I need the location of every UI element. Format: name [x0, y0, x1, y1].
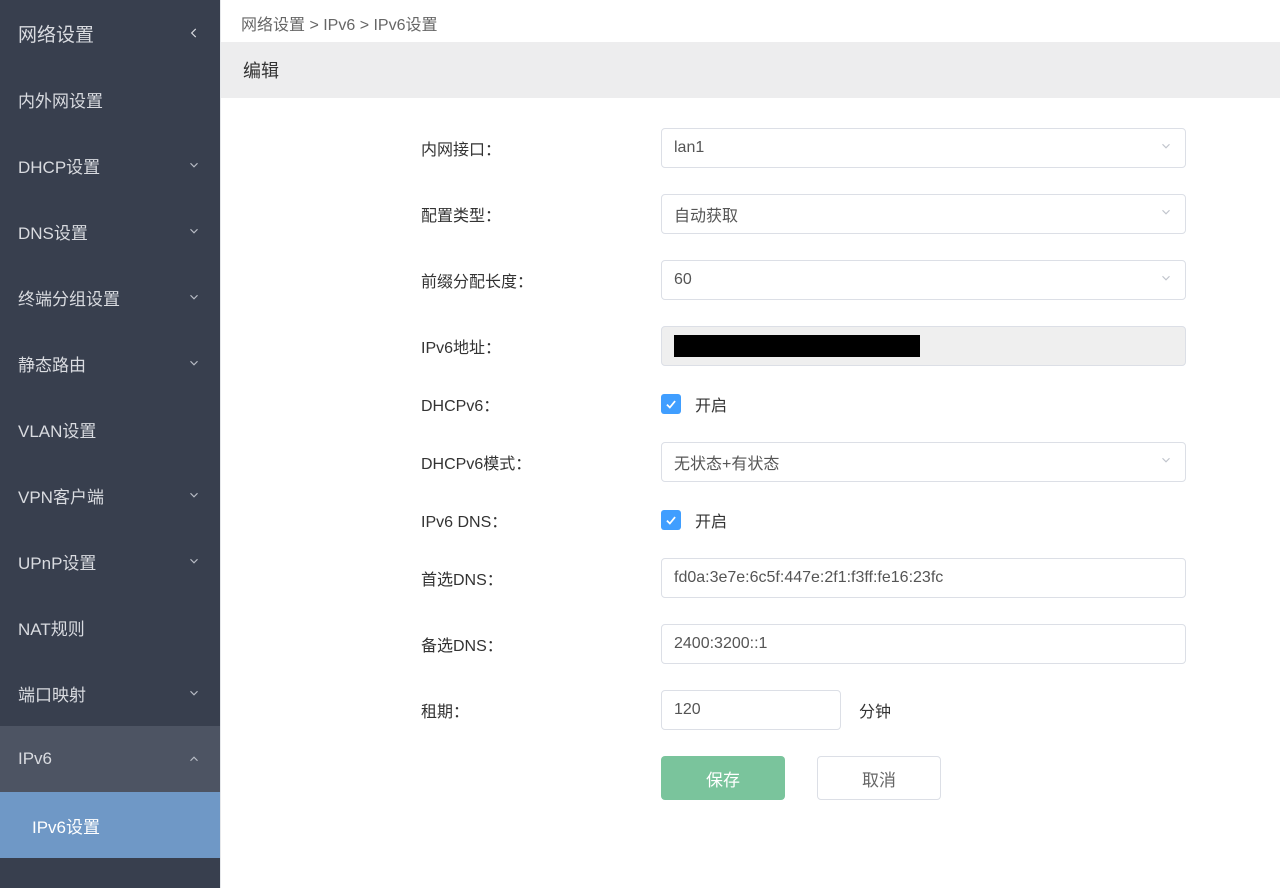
sidebar-item-portmap[interactable]: 端口映射 — [0, 660, 220, 726]
sidebar-sub-ipv6: IPv6设置 — [0, 792, 220, 858]
chevron-down-icon — [186, 487, 202, 503]
sidebar-subitem-ipv6-settings[interactable]: IPv6设置 — [0, 792, 220, 858]
sidebar-item-label: VPN客户端 — [18, 483, 104, 508]
lease-unit: 分钟 — [859, 698, 891, 722]
chevron-down-icon — [1159, 205, 1173, 224]
select-dhcpv6-mode[interactable]: 无状态+有状态 — [661, 442, 1186, 482]
sidebar-item-nat[interactable]: NAT规则 — [0, 594, 220, 660]
checkbox-ipv6-dns[interactable] — [661, 510, 681, 530]
ipv6-address-display — [661, 326, 1186, 366]
checkbox-label: 开启 — [695, 392, 727, 416]
main: 网络设置 > IPv6 > IPv6设置 编辑 内网接口： lan1 配置类型：… — [220, 0, 1280, 888]
lease-field[interactable] — [674, 691, 828, 729]
chevron-left-icon — [186, 25, 202, 41]
chevron-down-icon — [1159, 453, 1173, 472]
label-cfg-type: 配置类型： — [421, 202, 661, 226]
chevron-down-icon — [186, 553, 202, 569]
sidebar: 网络设置 内外网设置 DHCP设置 DNS设置 终端分组设置 静态路由 VLAN… — [0, 0, 220, 888]
sidebar-item-label: 内外网设置 — [18, 87, 103, 112]
sidebar-item-label: IPv6 — [18, 749, 52, 769]
sidebar-item-termgroup[interactable]: 终端分组设置 — [0, 264, 220, 330]
label-dns2: 备选DNS： — [421, 632, 661, 656]
save-button[interactable]: 保存 — [661, 756, 785, 800]
sidebar-item-dns[interactable]: DNS设置 — [0, 198, 220, 264]
label-dhcpv6: DHCPv6： — [421, 392, 661, 416]
sidebar-item-dhcp[interactable]: DHCP设置 — [0, 132, 220, 198]
sidebar-item-lanwan[interactable]: 内外网设置 — [0, 66, 220, 132]
label-lease: 租期： — [421, 698, 661, 722]
sidebar-item-vlan[interactable]: VLAN设置 — [0, 396, 220, 462]
select-value: 无状态+有状态 — [674, 450, 779, 474]
select-lan-iface[interactable]: lan1 — [661, 128, 1186, 168]
section-header: 编辑 — [221, 42, 1280, 98]
sidebar-back[interactable]: 网络设置 — [0, 0, 220, 66]
breadcrumb: 网络设置 > IPv6 > IPv6设置 — [221, 0, 1280, 42]
form: 内网接口： lan1 配置类型： 自动获取 前缀 — [221, 98, 1280, 800]
select-value: 自动获取 — [674, 202, 738, 226]
label-dns1: 首选DNS： — [421, 566, 661, 590]
chevron-down-icon — [186, 289, 202, 305]
sidebar-item-label: VLAN设置 — [18, 417, 96, 442]
sidebar-subitem-label: IPv6设置 — [32, 813, 100, 838]
dns2-field[interactable] — [674, 625, 1173, 663]
chevron-up-icon — [186, 751, 202, 767]
sidebar-title: 网络设置 — [18, 20, 94, 47]
sidebar-item-label: UPnP设置 — [18, 549, 96, 574]
checkbox-label: 开启 — [695, 508, 727, 532]
form-actions: 保存 取消 — [661, 756, 1250, 800]
select-prefix-len[interactable]: 60 — [661, 260, 1186, 300]
chevron-down-icon — [186, 157, 202, 173]
label-ipv6-dns: IPv6 DNS： — [421, 508, 661, 532]
select-cfg-type[interactable]: 自动获取 — [661, 194, 1186, 234]
label-prefix-len: 前缀分配长度： — [421, 268, 661, 292]
chevron-down-icon — [1159, 271, 1173, 290]
checkbox-dhcpv6[interactable] — [661, 394, 681, 414]
sidebar-item-label: 端口映射 — [18, 681, 86, 706]
dns1-field[interactable] — [674, 559, 1173, 597]
cancel-button[interactable]: 取消 — [817, 756, 941, 800]
label-dhcpv6-mode: DHCPv6模式： — [421, 450, 661, 474]
chevron-down-icon — [186, 223, 202, 239]
sidebar-item-label: 终端分组设置 — [18, 285, 120, 310]
sidebar-item-label: DHCP设置 — [18, 153, 100, 178]
sidebar-item-label: DNS设置 — [18, 219, 88, 244]
label-ipv6-addr: IPv6地址： — [421, 334, 661, 358]
chevron-down-icon — [1159, 139, 1173, 158]
sidebar-item-label: NAT规则 — [18, 615, 85, 640]
sidebar-item-staticroute[interactable]: 静态路由 — [0, 330, 220, 396]
chevron-down-icon — [186, 355, 202, 371]
redacted-bar — [674, 335, 920, 357]
input-dns1[interactable] — [661, 558, 1186, 598]
input-lease[interactable] — [661, 690, 841, 730]
select-value: 60 — [674, 271, 692, 289]
sidebar-item-upnp[interactable]: UPnP设置 — [0, 528, 220, 594]
chevron-down-icon — [186, 685, 202, 701]
sidebar-item-ipv6[interactable]: IPv6 — [0, 726, 220, 792]
select-value: lan1 — [674, 139, 704, 157]
input-dns2[interactable] — [661, 624, 1186, 664]
label-lan-iface: 内网接口： — [421, 136, 661, 160]
sidebar-item-vpnclient[interactable]: VPN客户端 — [0, 462, 220, 528]
sidebar-item-label: 静态路由 — [18, 351, 86, 376]
